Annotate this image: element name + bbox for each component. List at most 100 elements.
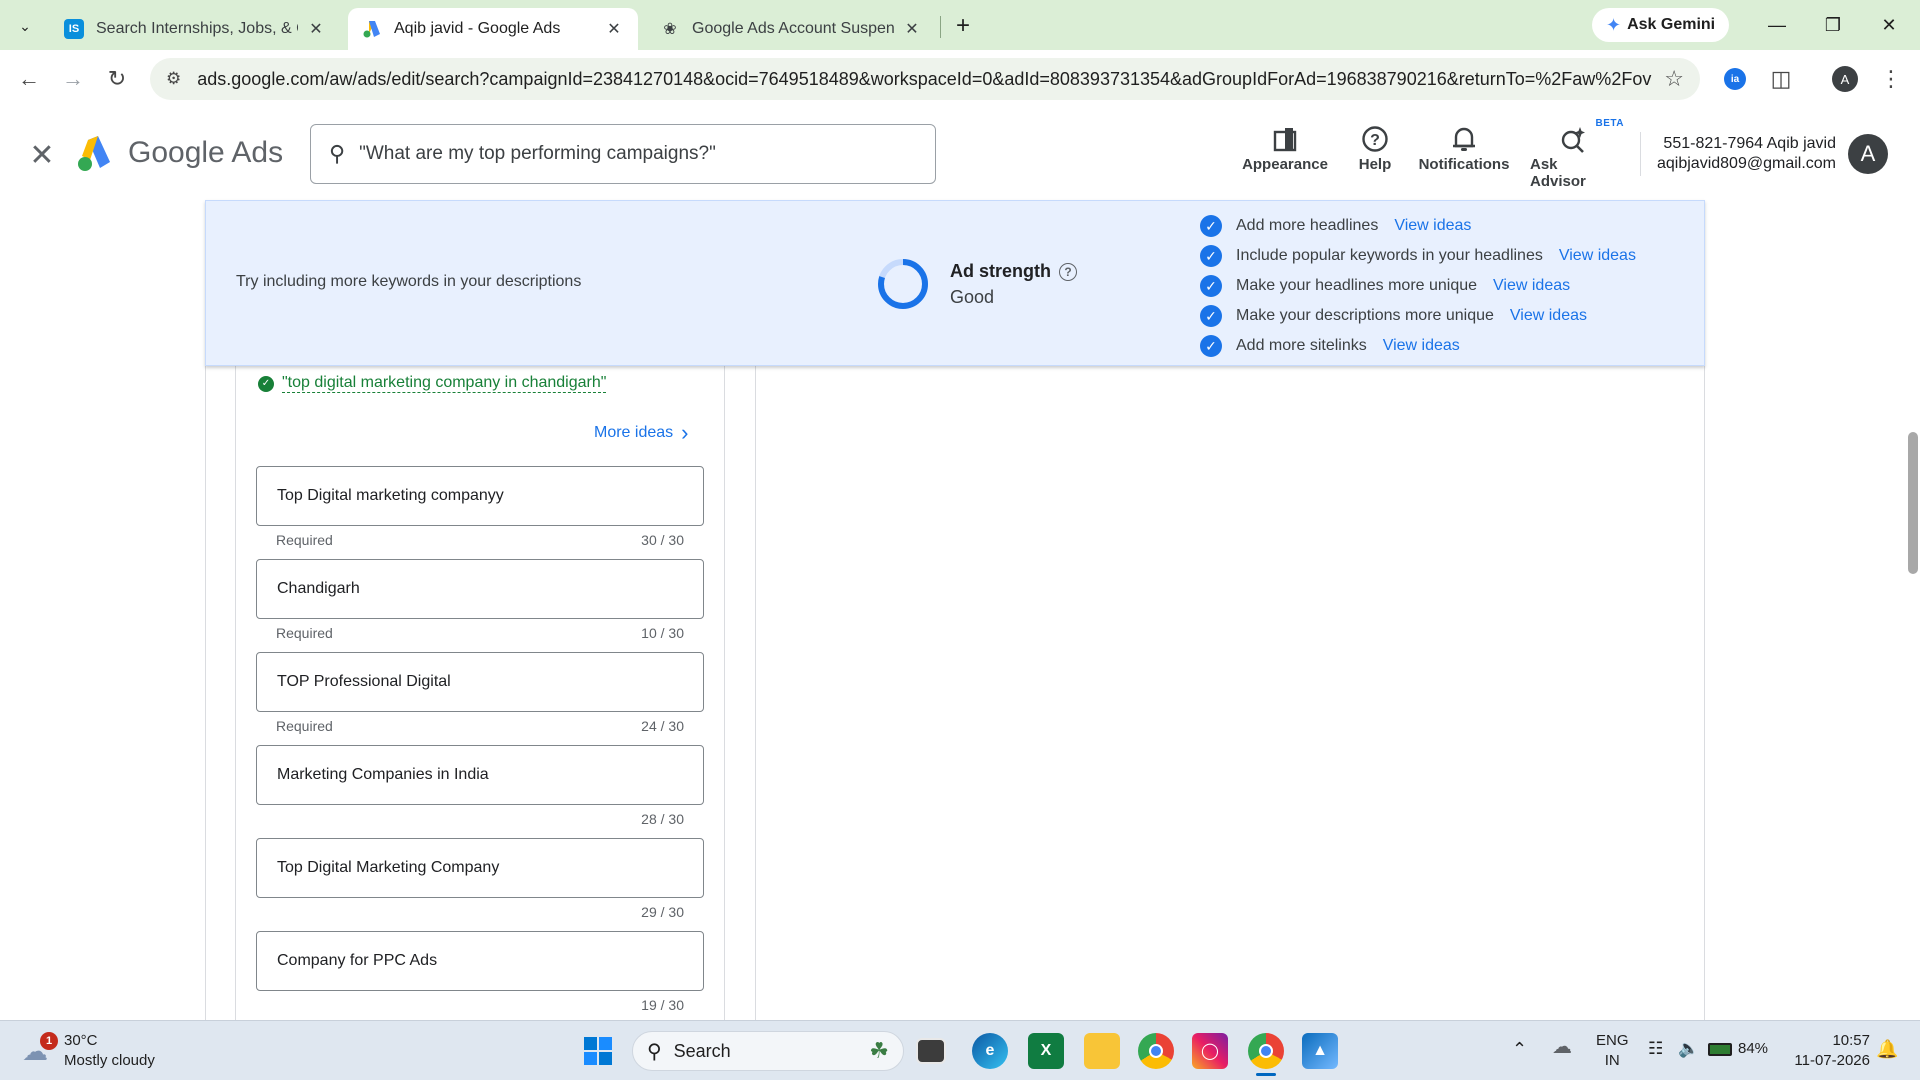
- headline-input-1[interactable]: Top Digital marketing companyy: [256, 466, 704, 526]
- window-close-icon[interactable]: ✕: [1864, 8, 1914, 42]
- headline-meta-6: 19 / 30: [256, 997, 704, 1013]
- tab-chatgpt[interactable]: ❀ Google Ads Account Suspensio ✕: [646, 8, 936, 50]
- tab-internships[interactable]: IS Search Internships, Jobs, & Cou ✕: [50, 8, 340, 50]
- tab-title: Google Ads Account Suspensio: [692, 20, 894, 37]
- headline-input-3[interactable]: TOP Professional Digital: [256, 652, 704, 712]
- bookmark-star-icon[interactable]: ☆: [1664, 66, 1684, 92]
- help-button[interactable]: ? Help: [1352, 122, 1398, 173]
- tab-close-icon[interactable]: ✕: [604, 19, 624, 39]
- keyword-text: "top digital marketing company in chandi…: [282, 374, 607, 393]
- svg-text:?: ?: [1370, 132, 1380, 149]
- view-ideas-link[interactable]: View ideas: [1383, 337, 1460, 355]
- language-indicator[interactable]: ENG IN: [1596, 1031, 1629, 1071]
- url-text[interactable]: ads.google.com/aw/ads/edit/search?campai…: [197, 69, 1652, 90]
- new-tab-plus-icon[interactable]: +: [948, 11, 978, 41]
- check-circle-icon: ✓: [1200, 245, 1222, 267]
- internshala-favicon-icon: IS: [64, 19, 84, 39]
- headline-input-4[interactable]: Marketing Companies in India: [256, 745, 704, 805]
- forward-arrow-icon[interactable]: →: [56, 62, 90, 96]
- tab-title: Aqib javid - Google Ads: [394, 20, 561, 37]
- restore-icon[interactable]: ❐: [1808, 8, 1858, 42]
- wifi-icon[interactable]: ☷: [1648, 1039, 1663, 1059]
- view-ideas-link[interactable]: View ideas: [1510, 307, 1587, 325]
- tray-chevron-up-icon[interactable]: ⌃: [1512, 1039, 1527, 1059]
- tab-separator: [940, 16, 941, 38]
- taskbar-search[interactable]: ⚲ Search ☘: [632, 1031, 904, 1071]
- site-info-tune-icon[interactable]: ⚙: [166, 69, 181, 89]
- volume-icon[interactable]: 🔈: [1678, 1039, 1699, 1059]
- google-ads-brand: Google Ads: [128, 136, 284, 169]
- headline-meta-3: Required 24 / 30: [256, 718, 704, 734]
- language-code: ENG: [1596, 1032, 1629, 1049]
- tab-search-chevron-icon[interactable]: ⌄: [10, 11, 40, 41]
- header-divider: [1640, 132, 1641, 176]
- help-icon: ?: [1361, 122, 1389, 156]
- ad-strength-banner: Try including more keywords in your desc…: [205, 200, 1705, 366]
- tab-title: Search Internships, Jobs, & Cou: [96, 20, 298, 37]
- back-arrow-icon[interactable]: ←: [12, 62, 46, 96]
- headline-input-5[interactable]: Top Digital Marketing Company: [256, 838, 704, 898]
- battery-icon: [1708, 1042, 1732, 1056]
- help-question-icon[interactable]: ?: [1059, 262, 1077, 281]
- chrome-profile-icon[interactable]: [1248, 1033, 1284, 1069]
- headline-input-2[interactable]: Chandigarh: [256, 559, 704, 619]
- help-label: Help: [1358, 156, 1392, 173]
- appearance-button[interactable]: Appearance: [1240, 122, 1330, 173]
- temperature: 30°C: [64, 1032, 98, 1049]
- checklist-item: ✓ Add more sitelinks View ideas: [1200, 331, 1636, 361]
- task-view-icon[interactable]: [916, 1038, 946, 1064]
- chrome-icon[interactable]: [1138, 1033, 1174, 1069]
- keyword-suggestion[interactable]: ✓ "top digital marketing company in chan…: [258, 374, 607, 393]
- view-ideas-link[interactable]: View ideas: [1493, 277, 1570, 295]
- weather-widget[interactable]: ☁ 1 30°C Mostly cloudy: [22, 1031, 155, 1071]
- extensions-puzzle-icon[interactable]: ◫: [1766, 64, 1796, 94]
- tab-close-icon[interactable]: ✕: [306, 19, 326, 39]
- tab-google-ads[interactable]: Aqib javid - Google Ads ✕: [348, 8, 638, 50]
- ask-gemini-button[interactable]: ✦ Ask Gemini: [1592, 8, 1730, 42]
- search-icon: ⚲: [647, 1040, 662, 1063]
- ads-search-box[interactable]: ⚲: [310, 124, 936, 184]
- excel-icon[interactable]: X: [1028, 1033, 1064, 1069]
- appearance-label: Appearance: [1242, 156, 1328, 173]
- minimize-icon[interactable]: —: [1752, 8, 1802, 42]
- file-explorer-icon[interactable]: [1084, 1033, 1120, 1069]
- windows-start-icon[interactable]: [580, 1033, 616, 1069]
- headlines-section: ✓ "top digital marketing company in chan…: [235, 366, 725, 1020]
- checklist-text: Add more sitelinks: [1236, 337, 1367, 354]
- tab-close-icon[interactable]: ✕: [902, 19, 922, 39]
- address-bar[interactable]: ⚙ ads.google.com/aw/ads/edit/search?camp…: [150, 58, 1700, 100]
- battery-indicator[interactable]: 84%: [1708, 1039, 1768, 1059]
- ad-strength-tip: Try including more keywords in your desc…: [236, 273, 582, 290]
- photos-icon[interactable]: ▲: [1302, 1033, 1338, 1069]
- account-avatar[interactable]: A: [1848, 134, 1888, 174]
- notifications-button[interactable]: Notifications: [1414, 122, 1514, 173]
- clock-date: 11-07-2026: [1794, 1052, 1870, 1069]
- account-info[interactable]: 551-821-7964 Aqib javid aqibjavid809@gma…: [1650, 134, 1836, 174]
- account-email: aqibjavid809@gmail.com: [1657, 155, 1836, 172]
- checklist-text: Include popular keywords in your headlin…: [1236, 247, 1543, 264]
- bell-icon: [1451, 122, 1477, 156]
- more-ideas-link[interactable]: More ideas ›: [594, 420, 688, 446]
- view-ideas-link[interactable]: View ideas: [1394, 217, 1471, 235]
- view-ideas-link[interactable]: View ideas: [1559, 247, 1636, 265]
- reload-icon[interactable]: ↻: [100, 62, 134, 96]
- close-editor-icon[interactable]: ✕: [26, 138, 58, 173]
- ads-search-input[interactable]: [359, 143, 900, 165]
- extension-ia-icon[interactable]: ia: [1720, 64, 1750, 94]
- browser-menu-kebab-icon[interactable]: ⋮: [1876, 64, 1906, 94]
- headline-input-6[interactable]: Company for PPC Ads: [256, 931, 704, 991]
- instagram-icon[interactable]: ◯: [1192, 1033, 1228, 1069]
- notifications-label: Notifications: [1418, 156, 1510, 173]
- google-ads-header: ✕ Google Ads ⚲ Appearance ? Help Notific…: [0, 108, 1920, 200]
- browser-tab-strip: ⌄ IS Search Internships, Jobs, & Cou ✕ A…: [0, 0, 1920, 50]
- onedrive-cloud-icon[interactable]: ☁: [1552, 1037, 1572, 1057]
- page-scrollbar[interactable]: [1908, 432, 1918, 574]
- windows-taskbar: ☁ 1 30°C Mostly cloudy ⚲ Search ☘ e X ◯ …: [0, 1020, 1920, 1080]
- profile-avatar-icon[interactable]: A: [1830, 64, 1860, 94]
- checklist-item: ✓ Make your headlines more unique View i…: [1200, 271, 1636, 301]
- system-clock[interactable]: 10:57 11-07-2026: [1780, 1031, 1870, 1071]
- notification-bell-icon[interactable]: 🔔: [1876, 1039, 1898, 1059]
- ask-advisor-button[interactable]: BETA Ask Advisor: [1530, 118, 1623, 190]
- edge-icon[interactable]: e: [972, 1033, 1008, 1069]
- chevron-right-icon: ›: [681, 420, 689, 445]
